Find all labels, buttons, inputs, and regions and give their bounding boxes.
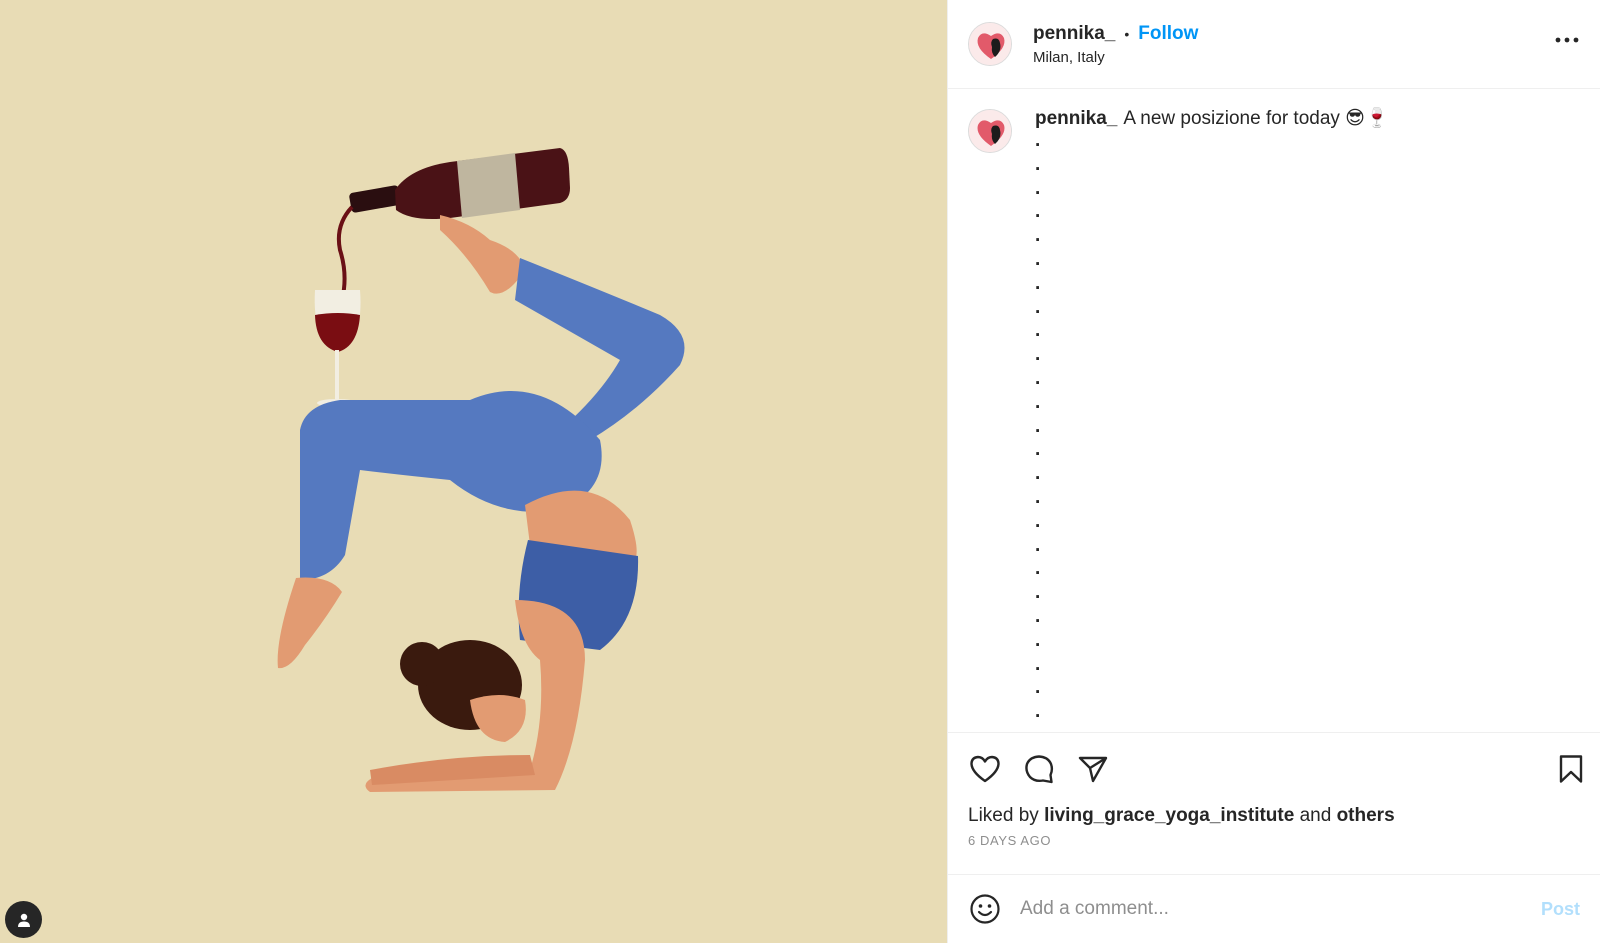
smiley-icon	[970, 894, 1000, 924]
caption-dot-line: .	[1035, 510, 1041, 532]
post-timestamp[interactable]: 6 DAYS AGO	[948, 827, 1600, 848]
post-modal: pennika_ • Follow Milan, Italy pennika_ …	[0, 0, 1600, 943]
comment-button[interactable]	[1022, 752, 1056, 786]
emoji-button[interactable]	[968, 892, 1002, 926]
caption-dot-line: .	[1035, 320, 1041, 342]
caption-dot-line: .	[1035, 272, 1041, 294]
caption-dot-line: .	[1035, 177, 1041, 199]
caption-username[interactable]: pennika_	[1035, 108, 1117, 129]
header-separator: •	[1124, 25, 1130, 42]
caption-dot-line: .	[1035, 534, 1041, 556]
caption-line: pennika_ A new posizione for today 😎🍷	[1035, 107, 1389, 131]
first-liker-link[interactable]: living_grace_yoga_institute	[1044, 805, 1294, 826]
caption-dots: .........................	[1035, 129, 1389, 724]
paper-plane-icon	[1078, 756, 1108, 783]
author-avatar[interactable]	[968, 22, 1012, 66]
caption-dot-line: .	[1035, 201, 1041, 223]
caption-text: A new posizione for today 😎🍷	[1123, 108, 1389, 129]
action-bar	[948, 733, 1600, 805]
comments-section[interactable]: pennika_ A new posizione for today 😎🍷 ...…	[948, 89, 1600, 733]
likes-block: Liked by living_grace_yoga_institute and…	[948, 805, 1600, 875]
post-sidebar: pennika_ • Follow Milan, Italy pennika_ …	[947, 0, 1600, 943]
like-button[interactable]	[968, 752, 1002, 786]
caption-dot-line: .	[1035, 677, 1041, 699]
caption-dot-line: .	[1035, 296, 1041, 318]
caption-dot-line: .	[1035, 463, 1041, 485]
caption-dot-line: .	[1035, 629, 1041, 651]
user-icon	[17, 913, 30, 927]
follow-button[interactable]: Follow	[1138, 23, 1198, 45]
more-options-button[interactable]	[1552, 28, 1582, 52]
heart-avatar-image	[969, 23, 1011, 65]
heart-avatar-image	[969, 110, 1011, 152]
caption-dot-line: .	[1035, 130, 1041, 151]
wine-bottle	[349, 148, 570, 219]
caption-dot-line: .	[1035, 415, 1041, 437]
caption-dot-line: .	[1035, 653, 1041, 675]
post-caption: pennika_ A new posizione for today 😎🍷 ...…	[968, 107, 1580, 724]
likes-summary: Liked by living_grace_yoga_institute and…	[948, 805, 1600, 827]
caption-avatar[interactable]	[968, 109, 1012, 153]
caption-dot-line: .	[1035, 344, 1041, 366]
heart-icon	[970, 755, 1000, 783]
others-link[interactable]: others	[1337, 805, 1395, 826]
caption-dot-line: .	[1035, 248, 1041, 270]
post-header: pennika_ • Follow Milan, Italy	[948, 0, 1600, 89]
caption-dot-line: .	[1035, 605, 1041, 627]
caption-dot-line: .	[1035, 367, 1041, 389]
caption-dot-line: .	[1035, 582, 1041, 604]
header-row: pennika_ • Follow	[1033, 23, 1198, 45]
post-media[interactable]	[0, 0, 947, 943]
caption-dot-line: .	[1035, 153, 1041, 175]
comment-bar: Post	[948, 875, 1600, 943]
bookmark-icon	[1559, 755, 1583, 783]
caption-dot-line: .	[1035, 486, 1041, 508]
caption-dot-line: .	[1035, 439, 1041, 461]
save-button[interactable]	[1554, 752, 1588, 786]
post-location[interactable]: Milan, Italy	[1033, 49, 1198, 66]
caption-dot-line: .	[1035, 391, 1041, 413]
author-username[interactable]: pennika_	[1033, 23, 1115, 45]
comment-input[interactable]	[1020, 898, 1541, 920]
wine-glass	[314, 290, 361, 407]
likes-conjunction: and	[1299, 805, 1332, 826]
post-comment-button[interactable]: Post	[1541, 899, 1580, 920]
caption-body: pennika_ A new posizione for today 😎🍷 ...…	[1035, 107, 1389, 724]
caption-dot-line: .	[1035, 701, 1041, 723]
tagged-users-button[interactable]	[5, 901, 42, 938]
caption-dot-line: .	[1035, 225, 1041, 247]
likes-prefix: Liked by	[968, 805, 1039, 826]
caption-dot-line: .	[1035, 558, 1041, 580]
header-text: pennika_ • Follow Milan, Italy	[1033, 23, 1198, 66]
share-button[interactable]	[1076, 752, 1110, 786]
comment-icon	[1025, 755, 1054, 784]
more-options-icon	[1555, 37, 1579, 43]
yoga-wine-illustration	[277, 148, 685, 792]
